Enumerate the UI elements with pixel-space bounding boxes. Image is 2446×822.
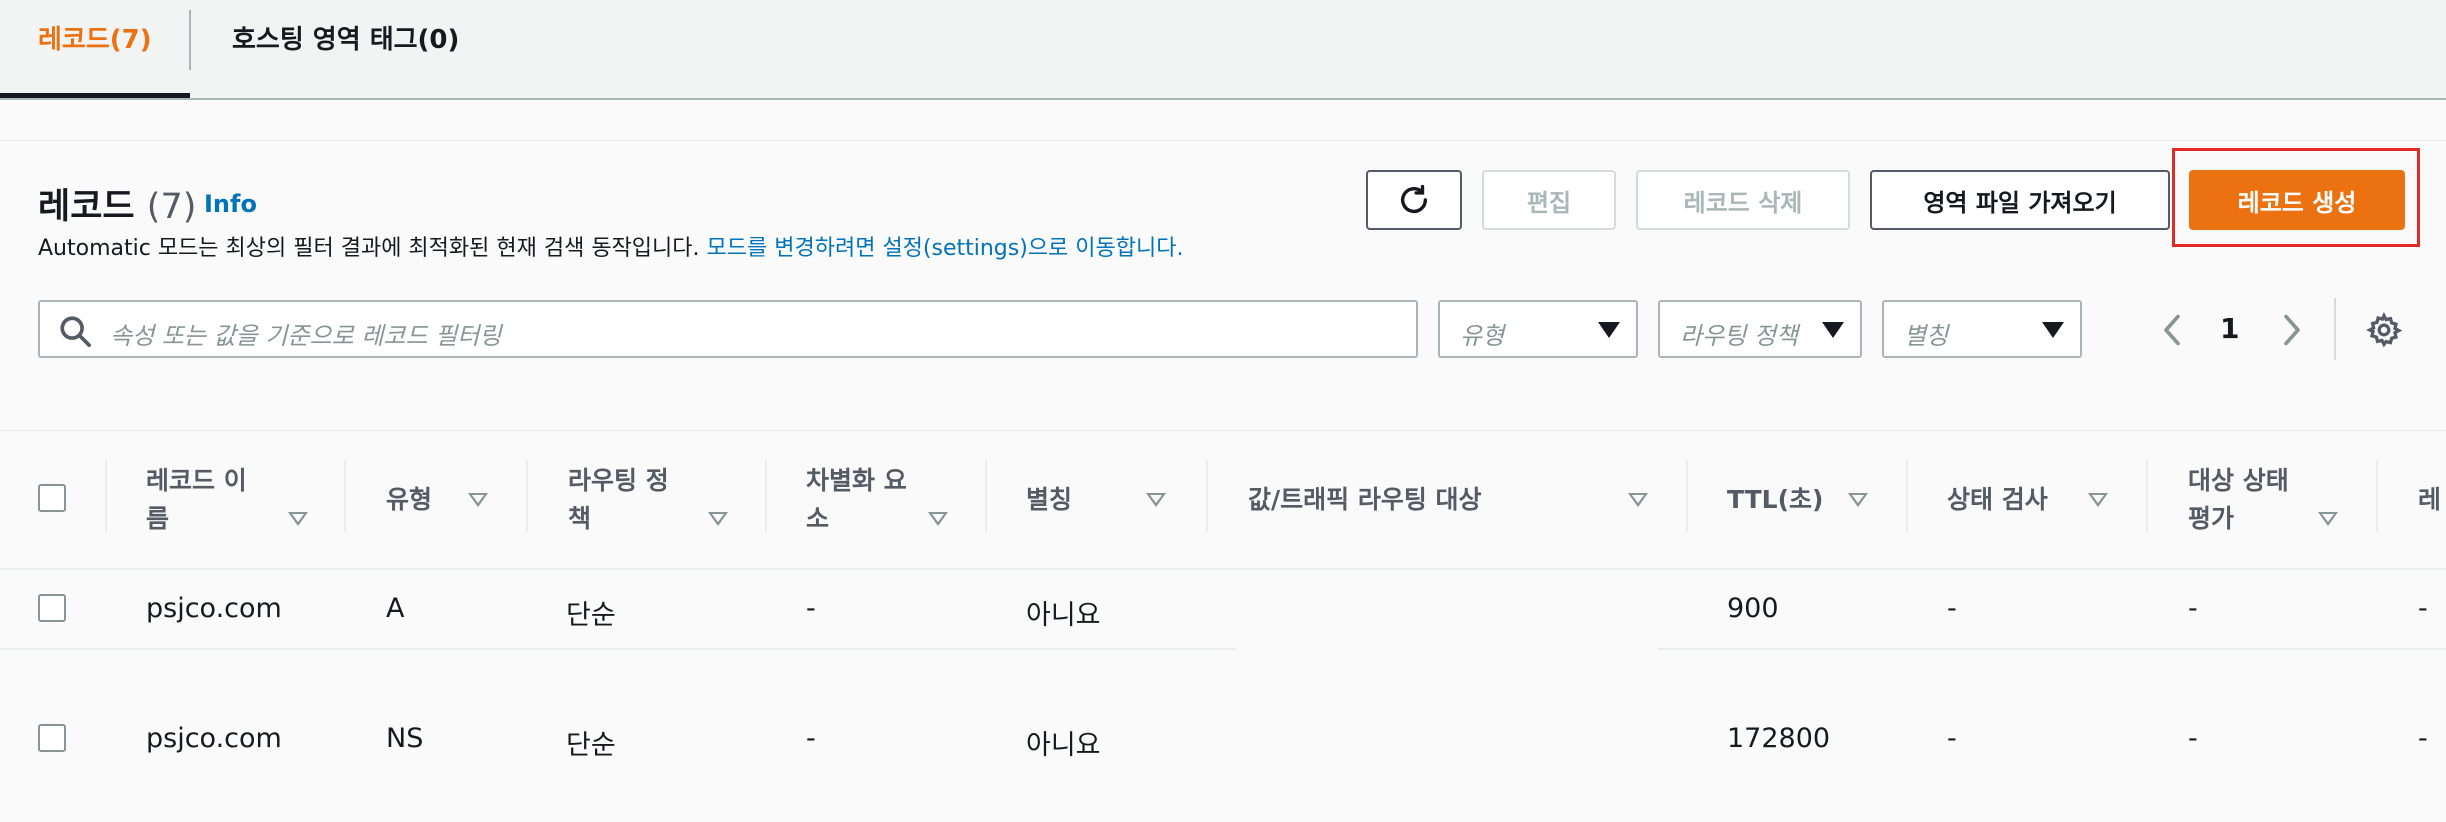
sort-icon[interactable] (1146, 493, 1166, 507)
row-checkbox[interactable] (38, 594, 66, 622)
cell-evaluate-target-health: - (2188, 593, 2198, 624)
cell-ttl: 172800 (1727, 723, 1831, 754)
col-header-line: 라우팅 정 (568, 466, 669, 495)
page-title: 레코드 (7) (38, 178, 196, 229)
select-all-checkbox[interactable] (38, 484, 66, 512)
column-divider (105, 460, 107, 532)
cell-health-check: - (1947, 723, 1957, 754)
column-divider (1906, 460, 1908, 532)
cell-alias: 아니요 (1026, 600, 1101, 631)
sort-icon[interactable] (928, 512, 948, 526)
col-header-evaluate-target-health[interactable]: 대상 상태 평가 (2188, 462, 2289, 538)
sort-icon[interactable] (288, 512, 308, 526)
cell-alias: 아니요 (1026, 730, 1101, 761)
cell-type: A (386, 593, 405, 624)
refresh-button[interactable] (1366, 170, 1462, 230)
record-count: (7) (146, 187, 197, 227)
column-divider (1206, 460, 1208, 532)
cell-record-name[interactable]: psjco.com (146, 723, 282, 754)
page-title-text: 레코드 (38, 187, 135, 227)
alias-select-placeholder: 별칭 (1904, 322, 1949, 350)
cell-routing-policy: 단순 (566, 730, 616, 761)
delete-record-button[interactable]: 레코드 삭제 (1636, 170, 1850, 230)
cell-truncated: - (2418, 723, 2428, 754)
tab-hosted-zone-tags[interactable]: 호스팅 영역 태그(0) (232, 0, 459, 98)
sort-icon[interactable] (468, 493, 488, 507)
pagination-divider (2334, 298, 2336, 360)
routing-policy-select[interactable]: 라우팅 정책 (1658, 300, 1862, 358)
cell-routing-policy: 단순 (566, 600, 616, 631)
col-header-health-check[interactable]: 상태 검사 (1947, 481, 2048, 519)
column-divider (1686, 460, 1688, 532)
cell-evaluate-target-health: - (2188, 723, 2198, 754)
search-placeholder: 속성 또는 값을 기준으로 레코드 필터링 (110, 322, 502, 350)
cell-health-check: - (1947, 593, 1957, 624)
col-header-record-name[interactable]: 레코드 이 름 (146, 462, 247, 538)
col-header-line: 소 (806, 504, 830, 533)
sort-icon[interactable] (1848, 493, 1868, 507)
refresh-icon (1400, 184, 1428, 213)
description-text: Automatic 모드는 최상의 필터 결과에 최적화된 현재 검색 동작입니… (38, 236, 700, 261)
column-divider (985, 460, 987, 532)
sort-icon[interactable] (2318, 512, 2338, 526)
cell-differentiator: - (806, 723, 816, 754)
info-link[interactable]: Info (204, 190, 257, 218)
type-select-placeholder: 유형 (1460, 322, 1505, 350)
cell-record-name[interactable]: psjco.com (146, 593, 282, 624)
settings-link[interactable]: 모드를 변경하려면 설정(settings)으로 이동합니다. (707, 236, 1184, 261)
column-divider (2146, 460, 2148, 532)
chevron-left-icon[interactable] (2158, 312, 2186, 348)
col-header-line: 름 (146, 504, 170, 533)
cell-truncated: - (2418, 593, 2428, 624)
tab-divider (189, 10, 191, 70)
row-checkbox[interactable] (38, 724, 66, 752)
caret-down-icon (1822, 322, 1844, 338)
column-divider (526, 460, 528, 532)
table-header (0, 430, 2446, 570)
search-icon (60, 316, 92, 348)
sort-icon[interactable] (2088, 493, 2108, 507)
col-header-line: 대상 상태 (2188, 466, 2289, 495)
routing-select-placeholder: 라우팅 정책 (1680, 322, 1799, 350)
gear-icon[interactable] (2366, 312, 2402, 348)
cell-differentiator: - (806, 593, 816, 624)
highlight-box (2172, 148, 2420, 247)
col-header-line: 레코드 이 (146, 466, 247, 495)
table-row[interactable] (0, 650, 2446, 780)
cell-ttl: 900 (1727, 593, 1779, 624)
col-header-differentiator[interactable]: 차별화 요 소 (806, 462, 907, 538)
column-divider (2376, 460, 2378, 532)
edit-button[interactable]: 편집 (1482, 170, 1616, 230)
column-divider (344, 460, 346, 532)
search-input[interactable]: 속성 또는 값을 기준으로 레코드 필터링 (38, 300, 1418, 358)
alias-select[interactable]: 별칭 (1882, 300, 2082, 358)
chevron-right-icon[interactable] (2278, 312, 2306, 348)
sort-icon[interactable] (708, 512, 728, 526)
col-header-alias[interactable]: 별칭 (1026, 481, 1072, 519)
type-select[interactable]: 유형 (1438, 300, 1638, 358)
col-header-ttl[interactable]: TTL(초) (1727, 481, 1823, 519)
sort-icon[interactable] (1628, 493, 1648, 507)
col-header-truncated[interactable]: 레 (2418, 481, 2441, 519)
tab-bar: 레코드(7) 호스팅 영역 태그(0) (0, 0, 2446, 100)
tab-records[interactable]: 레코드(7) (0, 0, 190, 98)
cell-type: NS (386, 723, 424, 754)
col-header-line: 차별화 요 (806, 466, 907, 495)
current-page[interactable]: 1 (2220, 312, 2239, 345)
col-header-value[interactable]: 값/트래픽 라우팅 대상 (1248, 481, 1482, 519)
caret-down-icon (1598, 322, 1620, 338)
col-header-line: 평가 (2188, 504, 2235, 533)
col-header-type[interactable]: 유형 (386, 481, 432, 519)
import-zone-file-button[interactable]: 영역 파일 가져오기 (1870, 170, 2170, 230)
column-divider (765, 460, 767, 532)
col-header-line: 책 (568, 504, 592, 533)
caret-down-icon (2042, 322, 2064, 338)
col-header-routing-policy[interactable]: 라우팅 정 책 (568, 462, 669, 538)
search-mode-description: Automatic 모드는 최상의 필터 결과에 최적화된 현재 검색 동작입니… (38, 230, 1183, 262)
